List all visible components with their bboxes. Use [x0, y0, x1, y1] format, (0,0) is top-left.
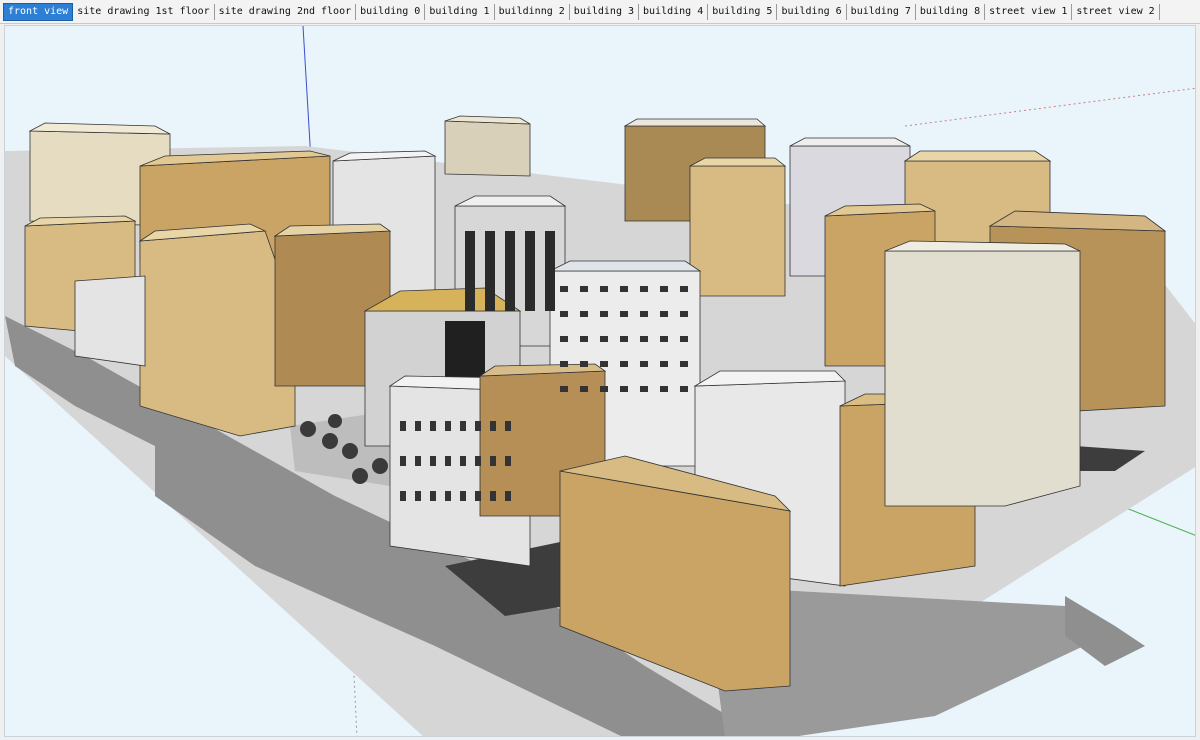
- building-front-left-white: [74, 275, 146, 367]
- building-mid-tan-center: [689, 157, 787, 297]
- building-front-left-tan: [138, 223, 296, 437]
- building-back-center-grid: [444, 115, 531, 177]
- tab-street-view-1[interactable]: street view 1: [985, 4, 1073, 20]
- city-block-model: [5, 26, 1195, 736]
- tab-building-7[interactable]: building 7: [847, 4, 916, 20]
- tab-building-6[interactable]: building 6: [777, 4, 847, 20]
- tab-building-2[interactable]: buildinng 2: [495, 4, 570, 20]
- tab-building-4[interactable]: building 4: [639, 4, 709, 20]
- red-axis-line: [904, 87, 1195, 127]
- tab-building-8[interactable]: building 8: [916, 4, 986, 20]
- tab-building-0[interactable]: building 0: [356, 4, 426, 20]
- tab-street-view-2[interactable]: street view 2: [1072, 4, 1160, 20]
- tab-building-5[interactable]: building 5: [708, 4, 778, 20]
- tab-site-drawing-1st-floor[interactable]: site drawing 1st floor: [73, 4, 215, 20]
- cast-shadow-corner: [1065, 596, 1145, 666]
- 3d-model-viewport[interactable]: [4, 25, 1196, 737]
- tab-building-3[interactable]: building 3: [570, 4, 640, 20]
- building-right-beige-tower: [884, 240, 1081, 507]
- scene-tab-bar: front view site drawing 1st floor site d…: [0, 0, 1200, 24]
- tab-front-view[interactable]: front view: [3, 3, 74, 21]
- blue-axis-line: [302, 26, 312, 162]
- tab-building-1[interactable]: building 1: [425, 4, 495, 20]
- tab-site-drawing-2nd-floor[interactable]: site drawing 2nd floor: [215, 4, 357, 20]
